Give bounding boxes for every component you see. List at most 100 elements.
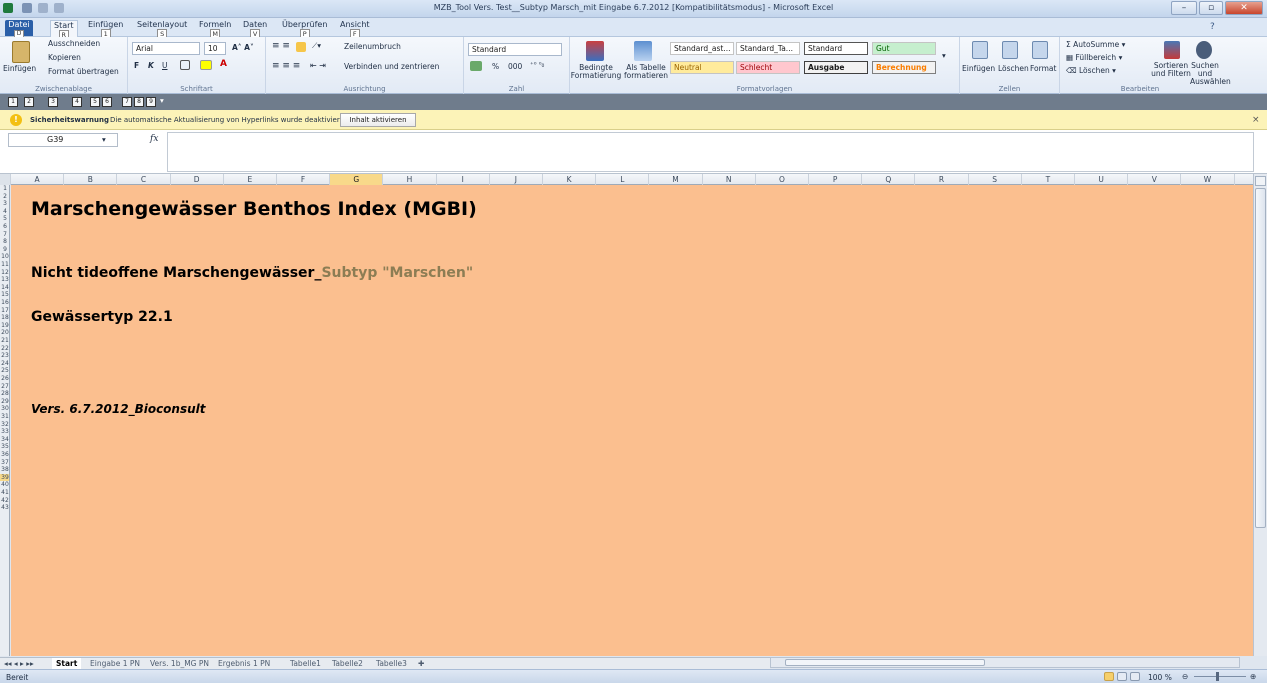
row-header[interactable]: 24 [0, 360, 9, 368]
row-header[interactable]: 43 [0, 504, 9, 512]
styles-more-icon[interactable]: ▾ [942, 51, 946, 60]
keytip[interactable]: 4 [72, 97, 82, 107]
align-top-icon[interactable]: ≡ ≡ [272, 41, 290, 51]
row-header[interactable]: 36 [0, 451, 9, 459]
format-cells-icon[interactable] [1032, 41, 1048, 59]
autosum-button[interactable]: Σ AutoSumme ▾ [1066, 40, 1125, 49]
minimize-button[interactable]: – [1171, 1, 1197, 15]
row-header[interactable]: 32 [0, 421, 9, 429]
close-security-bar-icon[interactable]: × [1252, 115, 1260, 125]
zoom-slider[interactable] [1194, 676, 1246, 677]
row-header[interactable]: 20 [0, 329, 9, 337]
row-header[interactable]: 34 [0, 436, 9, 444]
row-header[interactable]: 39 [0, 473, 9, 482]
decimal-icon[interactable]: ⁺⁰ ⁰₀ [530, 61, 544, 69]
row-header[interactable]: 14 [0, 284, 9, 292]
column-header-r[interactable]: R [915, 174, 969, 185]
style-schlecht[interactable]: Schlecht [736, 61, 800, 74]
sheet-tab-start[interactable]: Start [52, 658, 82, 669]
row-header[interactable]: 9 [0, 246, 9, 254]
row-header[interactable]: 37 [0, 459, 9, 467]
delete-cells-button[interactable]: Löschen [998, 64, 1029, 73]
merge-center-button[interactable]: Verbinden und zentrieren [344, 62, 439, 71]
column-header-o[interactable]: O [756, 174, 809, 185]
normal-view-icon[interactable] [1104, 672, 1114, 681]
align-middle-icon[interactable] [296, 42, 306, 52]
column-header-h[interactable]: H [383, 174, 437, 185]
keytip[interactable]: 7 [122, 97, 132, 107]
underline-button[interactable]: U [162, 61, 168, 70]
font-size-select[interactable]: 10 [204, 42, 226, 55]
insert-cells-button[interactable]: Einfügen [962, 64, 995, 73]
style-neutral[interactable]: Neutral [670, 61, 734, 74]
conditional-formatting-button[interactable]: Bedingte Formatierung [570, 64, 622, 80]
clear-button[interactable]: ⌫ Löschen ▾ [1066, 66, 1116, 75]
column-header-g[interactable]: G [330, 174, 384, 185]
column-header-w[interactable]: W [1181, 174, 1235, 185]
column-header-f[interactable]: F [277, 174, 331, 185]
insert-cells-icon[interactable] [972, 41, 988, 59]
sheet-tab[interactable]: Tabelle1 [290, 658, 321, 669]
row-header[interactable]: 18 [0, 314, 9, 322]
sort-filter-icon[interactable] [1164, 41, 1180, 59]
row-header[interactable]: 13 [0, 276, 9, 284]
style-ausgabe[interactable]: Ausgabe [804, 61, 868, 74]
orientation-icon[interactable]: ⟋▾ [312, 41, 321, 51]
fx-button[interactable]: fx [150, 134, 158, 144]
row-header[interactable]: 28 [0, 390, 9, 398]
sheet-tab[interactable]: Vers. 1b_MG PN [150, 658, 209, 669]
style-standard-ta[interactable]: Standard_Ta... [736, 42, 800, 55]
format-painter-button[interactable]: Format übertragen [48, 67, 119, 76]
row-header[interactable]: 29 [0, 398, 9, 406]
font-name-select[interactable]: Arial [132, 42, 200, 55]
column-header-l[interactable]: L [596, 174, 650, 185]
sort-filter-button[interactable]: Sortieren und Filtern [1150, 62, 1192, 78]
split-handle[interactable] [1255, 176, 1266, 186]
row-header[interactable]: 4 [0, 208, 9, 216]
paste-button[interactable]: Einfügen [3, 64, 36, 73]
column-header-v[interactable]: V [1128, 174, 1182, 185]
bold-button[interactable]: F [134, 61, 139, 70]
style-standard-ast[interactable]: Standard_ast... [670, 42, 734, 55]
column-header-m[interactable]: M [649, 174, 703, 185]
thousands-button[interactable]: 000 [508, 62, 522, 71]
sheet-tab[interactable]: Eingabe 1 PN [90, 658, 140, 669]
column-header-u[interactable]: U [1075, 174, 1129, 185]
help-icon[interactable]: ? [1210, 22, 1215, 32]
restore-button[interactable]: ▫ [1199, 1, 1223, 15]
column-header-q[interactable]: Q [862, 174, 916, 185]
worksheet[interactable]: Marschengewässer Benthos Index (MGBI) Ni… [11, 185, 1253, 656]
font-color-icon[interactable]: A [220, 59, 227, 69]
row-header[interactable]: 40 [0, 481, 9, 489]
row-header[interactable]: 38 [0, 466, 9, 474]
keytip[interactable]: 1 [8, 97, 18, 107]
column-header-k[interactable]: K [543, 174, 597, 185]
keytip[interactable]: 8 [134, 97, 144, 107]
row-header[interactable]: 35 [0, 443, 9, 451]
column-header-t[interactable]: T [1022, 174, 1075, 185]
keytip[interactable]: 2 [24, 97, 34, 107]
row-header[interactable]: 25 [0, 367, 9, 375]
row-header[interactable]: 33 [0, 428, 9, 436]
row-header[interactable]: 42 [0, 497, 9, 505]
align-left-icon[interactable]: ≡ ≡ ≡ [272, 61, 300, 71]
vertical-scrollbar[interactable] [1253, 174, 1267, 656]
grow-font-icon[interactable]: A˄ A˅ [232, 43, 254, 52]
row-header[interactable]: 6 [0, 223, 9, 231]
row-header[interactable]: 10 [0, 253, 9, 261]
style-berechnung[interactable]: Berechnung [872, 61, 936, 74]
row-header[interactable]: 3 [0, 200, 9, 208]
tab-start[interactable]: Start R [50, 20, 78, 40]
tab-datei[interactable]: Datei D [5, 20, 33, 38]
sheet-tab[interactable]: Ergebnis 1 PN [218, 658, 270, 669]
enable-content-button[interactable]: Inhalt aktivieren [340, 113, 416, 127]
format-as-table-icon[interactable] [634, 41, 652, 61]
row-header[interactable]: 22 [0, 345, 9, 353]
delete-cells-icon[interactable] [1002, 41, 1018, 59]
row-header[interactable]: 5 [0, 215, 9, 223]
row-header[interactable]: 8 [0, 238, 9, 246]
row-header[interactable]: 1 [0, 185, 9, 193]
scroll-thumb[interactable] [1255, 188, 1266, 528]
sheet-tab[interactable]: Tabelle2 [332, 658, 363, 669]
keytip[interactable]: 5 [90, 97, 100, 107]
